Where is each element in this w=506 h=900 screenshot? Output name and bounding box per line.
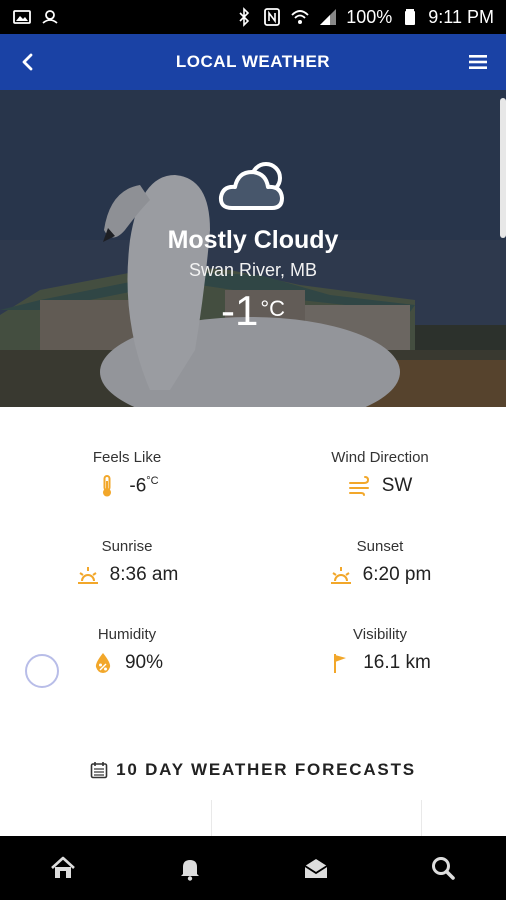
feels-like-label: Feels Like <box>92 449 162 466</box>
wind-direction-value: SW <box>381 475 413 496</box>
signal-icon <box>318 7 338 27</box>
forecast-card[interactable] <box>212 800 422 836</box>
wind-direction-item: Wind Direction SW <box>280 449 480 498</box>
status-left <box>12 7 60 27</box>
visibility-value: 16.1 km <box>363 652 431 673</box>
location-name: Swan River, MB <box>188 260 318 280</box>
temperature-value: -1 <box>220 287 259 334</box>
sunrise-item: Sunrise 8:36 am <box>27 538 227 587</box>
back-button[interactable] <box>14 48 42 76</box>
sunrise-label: Sunrise <box>101 538 153 555</box>
calendar-icon <box>90 762 108 779</box>
weather-details: Feels Like -6°C Wind Direction SW Sunris… <box>0 407 506 727</box>
battery-percent: 100% <box>346 6 393 27</box>
feels-like-value: -6°C <box>129 474 159 497</box>
status-bar: 100% 9:11 PM <box>0 0 506 34</box>
wifi-icon <box>290 7 310 27</box>
status-right: 100% 9:11 PM <box>234 7 494 28</box>
bell-icon <box>180 860 199 881</box>
forecast-strip <box>0 800 506 836</box>
page-title: LOCAL WEATHER <box>175 52 331 71</box>
battery-icon <box>400 7 420 27</box>
scrollbar[interactable] <box>500 98 506 238</box>
sunrise-icon <box>76 563 100 587</box>
app-header: LOCAL WEATHER <box>0 34 506 90</box>
cast-icon <box>40 7 60 27</box>
humidity-icon <box>91 651 115 675</box>
bluetooth-icon <box>234 7 254 27</box>
bottom-nav <box>0 836 506 900</box>
forecast-header: 10 DAY WEATHER FORECASTS <box>0 760 506 780</box>
weather-condition: Mostly Cloudy <box>167 226 339 254</box>
mail-open-icon <box>304 859 328 878</box>
nav-home-button[interactable] <box>38 843 88 893</box>
current-temperature: -1 °C <box>0 290 506 332</box>
sunset-icon <box>329 563 353 587</box>
hamburger-menu-icon <box>469 55 487 69</box>
nav-notifications-button[interactable] <box>165 843 215 893</box>
forecast-card[interactable] <box>0 800 212 836</box>
temperature-unit: °C <box>260 296 286 321</box>
clock: 9:11 PM <box>428 6 494 27</box>
sunset-value: 6:20 pm <box>362 564 432 585</box>
sunset-label: Sunset <box>356 538 404 555</box>
nfc-icon <box>262 7 282 27</box>
visibility-label: Visibility <box>353 626 407 643</box>
home-icon <box>51 856 76 878</box>
nav-search-button[interactable] <box>418 843 468 893</box>
weather-hero: Mostly Cloudy Swan River, MB -1 °C <box>0 90 506 407</box>
visibility-item: Visibility 16.1 km <box>280 626 480 675</box>
flag-icon <box>329 651 353 675</box>
chevron-left-icon <box>22 53 33 71</box>
sunset-item: Sunset 6:20 pm <box>280 538 480 587</box>
search-icon <box>431 857 455 880</box>
nav-messages-button[interactable] <box>291 843 341 893</box>
humidity-value: 90% <box>124 652 164 673</box>
thermometer-icon <box>95 474 119 498</box>
wind-icon <box>348 474 372 498</box>
image-icon <box>12 7 32 27</box>
floating-touch-indicator[interactable] <box>25 654 59 688</box>
wind-direction-label: Wind Direction <box>331 449 429 466</box>
feels-like-item: Feels Like -6°C <box>27 449 227 498</box>
humidity-label: Humidity <box>97 626 157 643</box>
forecast-title: 10 DAY WEATHER FORECASTS <box>116 760 416 779</box>
menu-button[interactable] <box>464 48 492 76</box>
cloud-icon <box>218 162 284 210</box>
sunrise-value: 8:36 am <box>109 564 179 585</box>
